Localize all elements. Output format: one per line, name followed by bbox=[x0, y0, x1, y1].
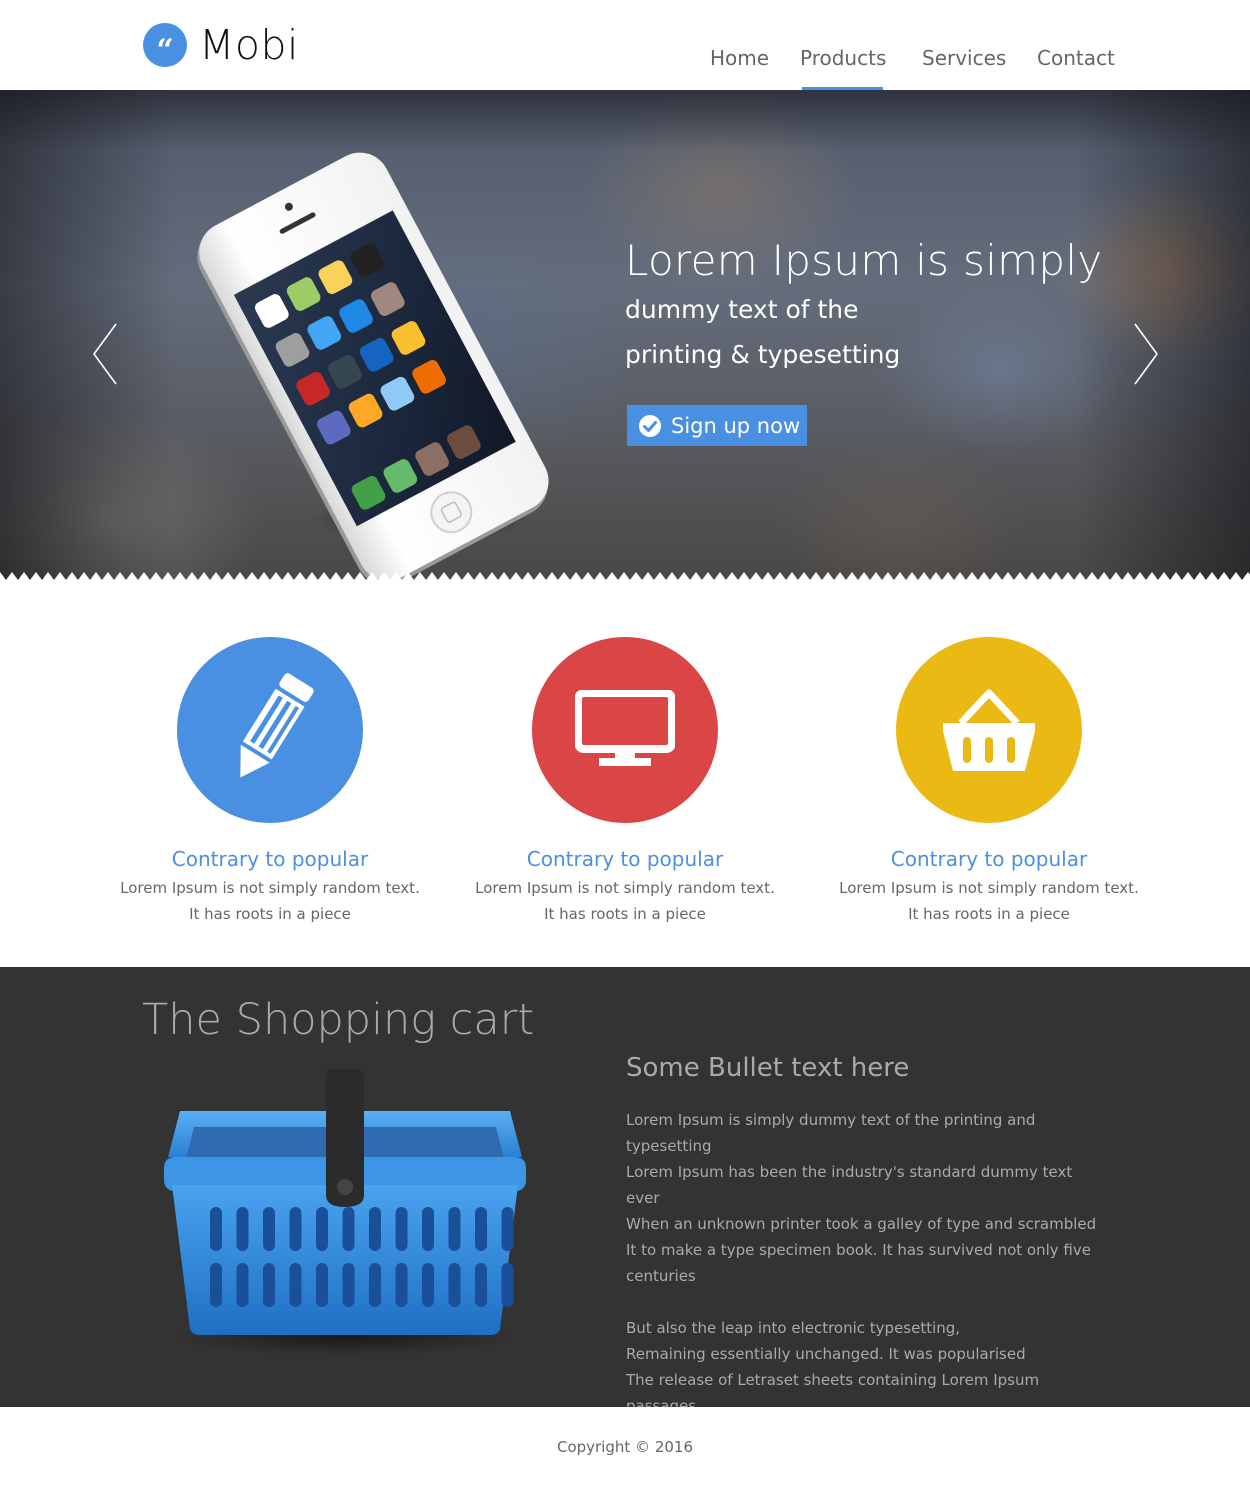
nav-home[interactable]: Home bbox=[710, 46, 769, 70]
pencil-icon bbox=[177, 637, 363, 823]
iphone-image bbox=[197, 152, 549, 580]
zigzag-divider bbox=[0, 572, 1250, 580]
sign-up-label: Sign up now bbox=[671, 413, 801, 438]
site-header: “ Mobi Home Products Services Contact bbox=[0, 0, 1250, 90]
shopping-basket-image bbox=[164, 1069, 526, 1355]
feature-text: Lorem Ipsum is not simply random text. I… bbox=[475, 879, 775, 923]
feature-title[interactable]: Contrary to popular bbox=[839, 847, 1139, 871]
quote-icon: “ bbox=[143, 23, 187, 67]
bullet-title: Some Bullet text here bbox=[626, 1053, 910, 1083]
feature-title[interactable]: Contrary to popular bbox=[475, 847, 775, 871]
chevron-left-icon[interactable] bbox=[90, 322, 120, 386]
bullet-line: When an unknown printer took a galley of… bbox=[626, 1215, 1097, 1233]
nav-services[interactable]: Services bbox=[922, 46, 1006, 70]
feature-card: Contrary to popular Lorem Ipsum is not s… bbox=[475, 637, 775, 927]
feature-title[interactable]: Contrary to popular bbox=[120, 847, 420, 871]
bullet-line: Lorem Ipsum has been the industry's stan… bbox=[626, 1163, 1073, 1207]
hero-title: Lorem Ipsum is simply bbox=[625, 236, 1103, 285]
feature-card: Contrary to popular Lorem Ipsum is not s… bbox=[120, 637, 420, 927]
hero-slider: Lorem Ipsum is simply dummy text of the … bbox=[0, 90, 1250, 580]
section-title: The Shopping cart bbox=[142, 995, 535, 1045]
feature-text: Lorem Ipsum is not simply random text. I… bbox=[839, 879, 1139, 923]
hero-subtitle-line2: printing & typesetting bbox=[625, 340, 901, 369]
check-circle-icon bbox=[639, 414, 661, 437]
nav-products[interactable]: Products bbox=[800, 46, 886, 70]
logo[interactable]: “ Mobi bbox=[143, 23, 299, 67]
nav-contact[interactable]: Contact bbox=[1037, 46, 1115, 70]
copyright-text: Copyright © 2016 bbox=[556, 1438, 693, 1456]
bullet-body: Lorem Ipsum is simply dummy text of the … bbox=[626, 1107, 1106, 1419]
shopping-cart-section: The Shopping cart Some Bullet text here bbox=[0, 967, 1250, 1415]
logo-text: Mobi bbox=[199, 21, 299, 69]
monitor-icon bbox=[532, 637, 718, 823]
sign-up-button[interactable]: Sign up now bbox=[627, 405, 807, 446]
chevron-right-icon[interactable] bbox=[1131, 322, 1161, 386]
bullet-line: But also the leap into electronic typese… bbox=[626, 1319, 961, 1337]
site-footer: Copyright © 2016 bbox=[0, 1407, 1250, 1493]
bullet-line: centuries bbox=[626, 1267, 696, 1285]
bullet-line: Remaining essentially unchanged. It was … bbox=[626, 1345, 1026, 1363]
basket-icon bbox=[896, 637, 1082, 823]
feature-card: Contrary to popular Lorem Ipsum is not s… bbox=[839, 637, 1139, 927]
features-section: Contrary to popular Lorem Ipsum is not s… bbox=[0, 580, 1250, 967]
svg-text:“: “ bbox=[156, 33, 173, 67]
feature-text: Lorem Ipsum is not simply random text. I… bbox=[120, 879, 420, 923]
bullet-line: It to make a type specimen book. It has … bbox=[626, 1241, 1091, 1259]
bullet-line: Lorem Ipsum is simply dummy text of the … bbox=[626, 1111, 1036, 1155]
hero-subtitle-line1: dummy text of the bbox=[625, 295, 859, 324]
